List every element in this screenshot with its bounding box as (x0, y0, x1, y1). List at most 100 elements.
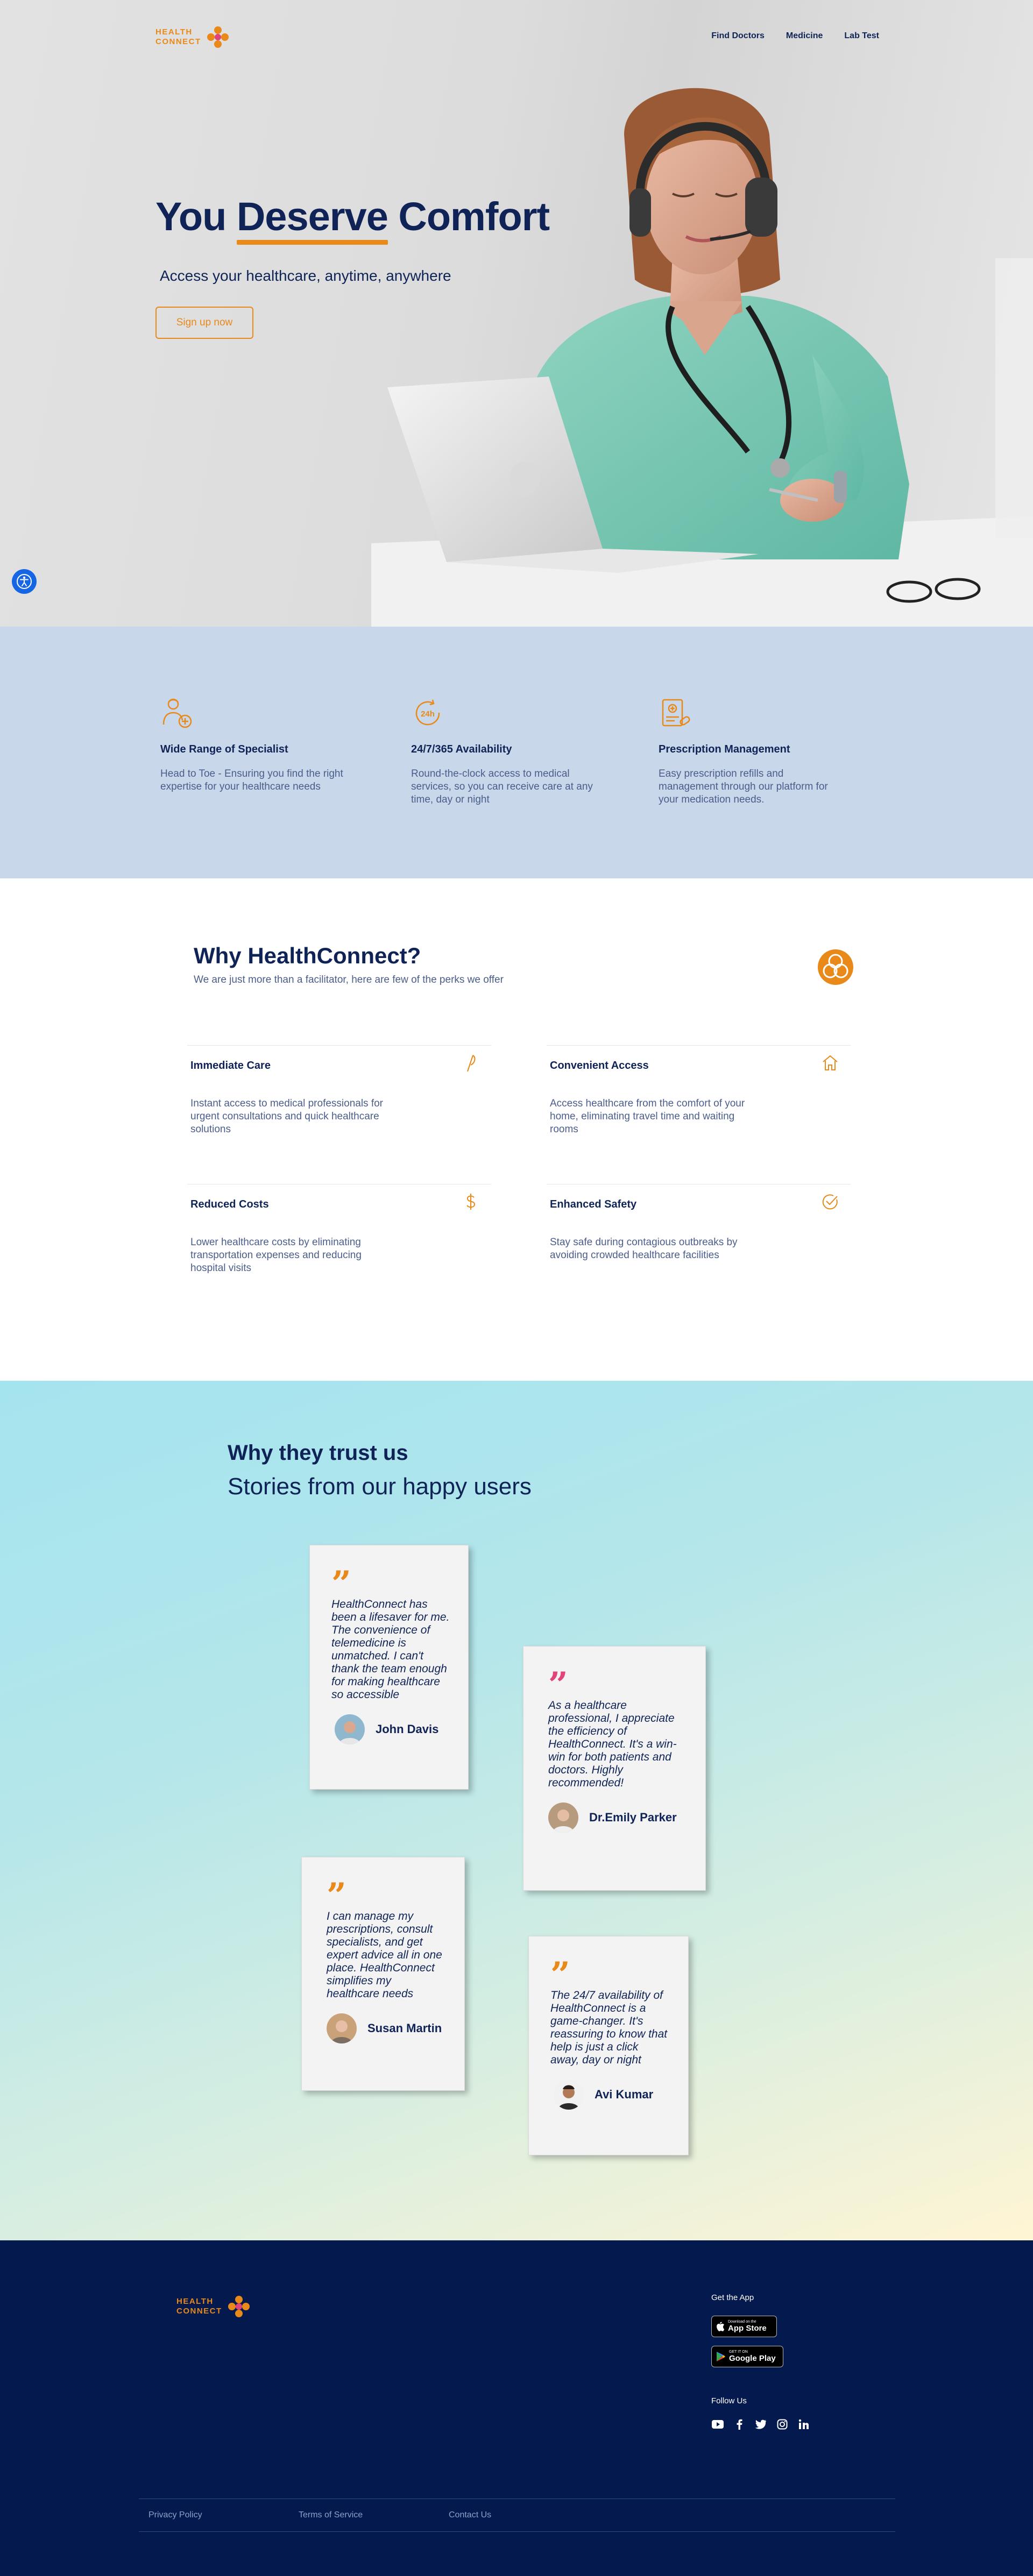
follow-heading: Follow Us (711, 2396, 747, 2405)
testimonial-quote: As a healthcare professional, I apprecia… (548, 1699, 677, 1789)
testimonial-author: Dr.Emily Parker (548, 1803, 678, 1833)
perk-text: Instant access to medical professionals … (190, 1098, 384, 1135)
testimonial-name: Avi Kumar (595, 2088, 654, 2101)
feather-icon (467, 1055, 476, 1072)
specialist-icon (162, 698, 192, 728)
perk-title: Convenient Access (550, 1060, 649, 1071)
testimonial-author: John Davis (331, 1714, 450, 1744)
logo-text-line1: HEALTH (155, 27, 193, 37)
perk-card: Convenient Access Access healthcare from… (547, 1045, 851, 1169)
perk-text: Lower healthcare costs by eliminating tr… (190, 1237, 362, 1274)
app-store-button[interactable]: Download on the App Store (711, 2316, 777, 2337)
main-nav: Find Doctors Medicine Lab Test (711, 31, 879, 41)
avatar (548, 1803, 578, 1833)
perk-card: Enhanced Safety Stay safe during contagi… (547, 1184, 851, 1308)
google-play-icon (717, 2352, 725, 2361)
perk-title: Immediate Care (190, 1060, 271, 1071)
hero-title-end: Comfort (387, 194, 550, 239)
features-section: Wide Range of Specialist Head to Toe - E… (0, 627, 1033, 878)
nav-medicine[interactable]: Medicine (786, 31, 823, 41)
perk-text: Stay safe during contagious outbreaks by… (550, 1237, 738, 1261)
testimonial-name: Dr.Emily Parker (589, 1811, 677, 1824)
trust-title: Why they trust us (228, 1441, 408, 1465)
testimonial-quote: The 24/7 availability of HealthConnect i… (550, 1989, 668, 2066)
testimonial-name: John Davis (376, 1722, 439, 1736)
why-section: Why HealthConnect? We are just more than… (0, 878, 1033, 1381)
logo-cross-icon (228, 2296, 250, 2317)
privacy-policy-link[interactable]: Privacy Policy (148, 2510, 202, 2520)
shield-check-icon (822, 1194, 838, 1210)
trefoil-icon (818, 949, 853, 985)
logo-text-line2: CONNECT (176, 2307, 222, 2316)
feature-title: 24/7/365 Availability (411, 743, 512, 755)
footer-logo[interactable]: HEALTH CONNECT (176, 2295, 250, 2318)
hero-subtitle: Access your healthcare, anytime, anywher… (160, 267, 451, 284)
logo-cross-icon (207, 26, 229, 48)
avatar (554, 2080, 584, 2110)
terms-of-service-link[interactable]: Terms of Service (299, 2510, 363, 2520)
svg-text:24h: 24h (421, 709, 435, 719)
accessibility-icon (17, 574, 32, 589)
testimonial-card: ” As a healthcare professional, I apprec… (523, 1646, 706, 1891)
footer-divider (139, 2531, 895, 2532)
instagram-icon[interactable] (776, 2418, 789, 2431)
google-play-large: Google Play (729, 2354, 776, 2363)
facebook-icon[interactable] (733, 2418, 746, 2431)
feature-title: Prescription Management (659, 743, 790, 755)
quote-icon: ” (327, 1876, 346, 1916)
logo-text-line1: HEALTH (176, 2297, 214, 2306)
feature-title: Wide Range of Specialist (160, 743, 288, 755)
testimonial-card: ” The 24/7 availability of HealthConnect… (528, 1936, 689, 2155)
feature-text: Easy prescription refills and management… (659, 768, 828, 805)
hero-section: HEALTH CONNECT Find Doctors Medicine Lab… (0, 0, 1033, 627)
perk-title: Enhanced Safety (550, 1198, 637, 1210)
google-play-button[interactable]: GET IT ON Google Play (711, 2346, 783, 2367)
avatar (335, 1714, 365, 1744)
get-app-heading: Get the App (711, 2293, 754, 2302)
twitter-icon[interactable] (754, 2418, 767, 2431)
perk-title: Reduced Costs (190, 1198, 269, 1210)
feature-card: Prescription Management Easy prescriptio… (659, 697, 841, 806)
sign-up-button[interactable]: Sign up now (155, 307, 253, 339)
perk-card: Immediate Care Instant access to medical… (187, 1045, 491, 1169)
logo-text-line2: CONNECT (155, 37, 201, 46)
social-links (711, 2418, 810, 2431)
why-title: Why HealthConnect? (194, 943, 421, 968)
nav-find-doctors[interactable]: Find Doctors (711, 31, 765, 41)
app-store-large: App Store (728, 2324, 767, 2333)
quote-icon: ” (550, 1955, 570, 1995)
perk-card: Reduced Costs Lower healthcare costs by … (187, 1184, 491, 1308)
perk-text: Access healthcare from the comfort of yo… (550, 1098, 745, 1135)
testimonials-section: Why they trust us Stories from our happy… (0, 1381, 1033, 2240)
header-logo[interactable]: HEALTH CONNECT (155, 26, 229, 48)
hero-title-underlined: Deserve (236, 194, 388, 245)
testimonial-quote: HealthConnect has been a lifesaver for m… (331, 1598, 450, 1701)
feature-card: Wide Range of Specialist Head to Toe - E… (160, 697, 343, 793)
footer: HEALTH CONNECT Get the App Download on t… (0, 2240, 1033, 2576)
why-subtitle: We are just more than a facilitator, her… (194, 974, 504, 985)
apple-icon (717, 2322, 724, 2331)
accessibility-button[interactable] (12, 569, 37, 594)
quote-icon: ” (548, 1665, 568, 1705)
linkedin-icon[interactable] (797, 2418, 810, 2431)
feature-text: Head to Toe - Ensuring you find the righ… (160, 768, 343, 792)
dollar-icon (466, 1194, 476, 1210)
feature-text: Round-the-clock access to medical servic… (411, 768, 593, 805)
hero-title-start: You (155, 194, 237, 239)
24h-icon: 24h (415, 699, 440, 726)
feature-card: 24h 24/7/365 Availability Round-the-cloc… (411, 697, 594, 806)
testimonial-card: ” I can manage my prescriptions, consult… (301, 1857, 465, 2091)
trust-subtitle: Stories from our happy users (228, 1473, 532, 1500)
testimonial-card: ” HealthConnect has been a lifesaver for… (309, 1545, 469, 1790)
testimonial-name: Susan Martin (367, 2021, 442, 2035)
hero-image (371, 88, 1033, 627)
testimonial-author: Susan Martin (327, 2013, 446, 2043)
prescription-icon (662, 699, 690, 727)
youtube-icon[interactable] (711, 2418, 724, 2431)
contact-us-link[interactable]: Contact Us (449, 2510, 491, 2520)
nav-lab-test[interactable]: Lab Test (844, 31, 879, 41)
quote-icon: ” (331, 1564, 351, 1604)
hero-title: You Deserve Comfort (155, 194, 550, 245)
testimonial-author: Avi Kumar (550, 2080, 670, 2110)
testimonial-quote: I can manage my prescriptions, consult s… (327, 1910, 442, 2000)
